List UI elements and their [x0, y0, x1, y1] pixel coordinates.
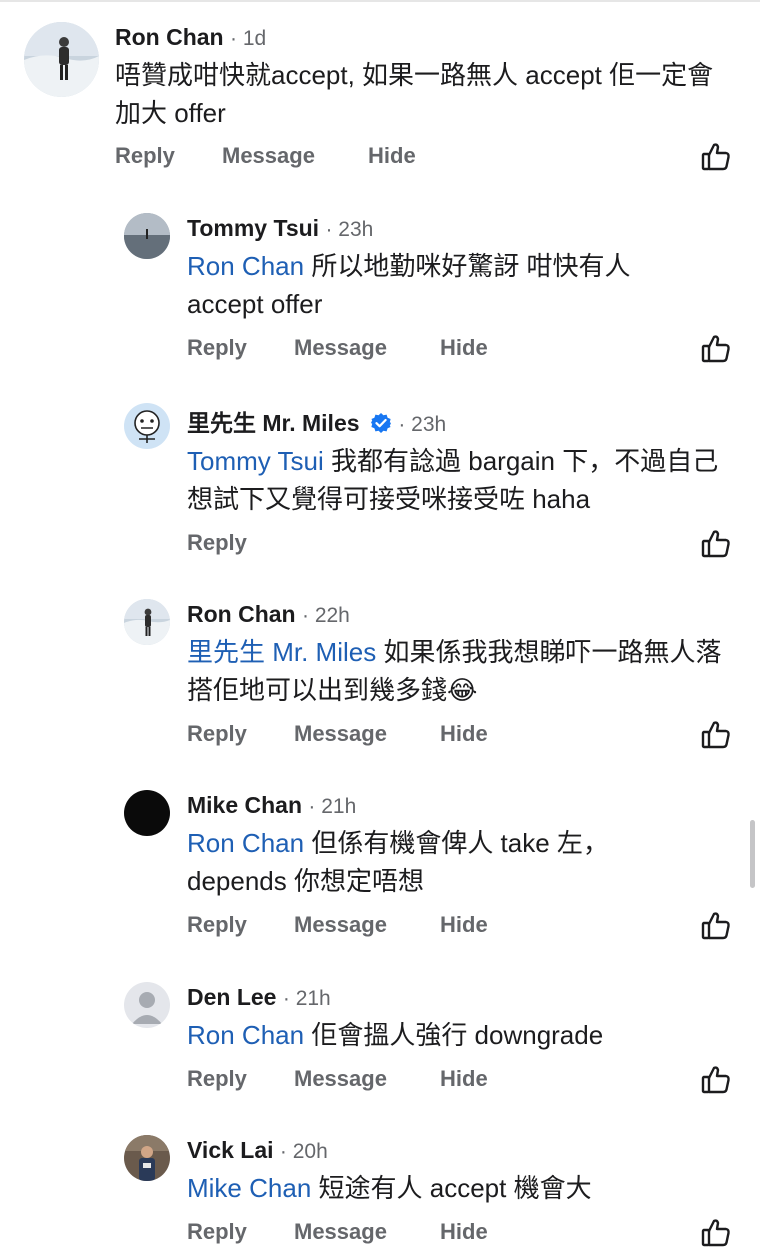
comment-body: 佢會搵人強行 downgrade: [311, 1020, 604, 1050]
comment-time-value: 21h: [295, 987, 331, 1010]
message-button[interactable]: Message: [294, 1066, 387, 1092]
mention-link[interactable]: Tommy Tsui: [187, 446, 324, 476]
comment-time: · 1d: [230, 27, 267, 50]
comment-time-value: 22h: [314, 604, 350, 627]
comment-body: 短途有人 accept 機會大: [318, 1173, 592, 1203]
avatar[interactable]: [124, 982, 170, 1028]
commenter-name[interactable]: Ron Chan: [115, 24, 224, 50]
commenter-name[interactable]: Mike Chan: [187, 792, 302, 818]
mention-link[interactable]: Mike Chan: [187, 1173, 311, 1203]
avatar[interactable]: [124, 403, 170, 449]
hide-button[interactable]: Hide: [440, 1066, 488, 1092]
avatar[interactable]: [124, 213, 170, 259]
commenter-name[interactable]: Ron Chan: [187, 601, 296, 627]
message-button[interactable]: Message: [294, 721, 387, 747]
comment-text: 里先生 Mr. Miles 如果係我我想睇吓一路無人落搭佢地可以出到幾多錢😂: [187, 633, 727, 709]
reply-button[interactable]: Reply: [187, 721, 247, 747]
comment-text: Ron Chan 佢會搵人強行 downgrade: [187, 1016, 727, 1054]
comment-time: · 23h: [398, 413, 447, 436]
comment-time: · 21h: [282, 987, 331, 1010]
comment-text: Ron Chan 但係有機會俾人 take 左，depends 你想定唔想: [187, 824, 647, 900]
reply-button[interactable]: Reply: [187, 530, 247, 556]
comment-time-value: 21h: [321, 795, 357, 818]
like-icon[interactable]: [700, 910, 732, 942]
scrollbar-thumb[interactable]: [750, 820, 755, 888]
comment-time: · 21h: [308, 795, 357, 818]
comment-text: Tommy Tsui 我都有諗過 bargain 下，不過自己想試下又覺得可接受…: [187, 442, 742, 518]
comment-time-value: 23h: [338, 218, 374, 241]
commenter-name[interactable]: Vick Lai: [187, 1137, 274, 1163]
reply-button[interactable]: Reply: [187, 1219, 247, 1245]
avatar[interactable]: [124, 1135, 170, 1181]
mention-link[interactable]: Ron Chan: [187, 1020, 304, 1050]
message-button[interactable]: Message: [222, 143, 315, 169]
comment-time-value: 23h: [411, 413, 447, 436]
avatar[interactable]: [124, 790, 170, 836]
hide-button[interactable]: Hide: [440, 1219, 488, 1245]
mention-link[interactable]: Ron Chan: [187, 828, 304, 858]
like-icon[interactable]: [700, 141, 732, 173]
reply-button[interactable]: Reply: [187, 912, 247, 938]
comment-time: · 23h: [325, 218, 374, 241]
hide-button[interactable]: Hide: [440, 721, 488, 747]
message-button[interactable]: Message: [294, 335, 387, 361]
like-icon[interactable]: [700, 1064, 732, 1096]
like-icon[interactable]: [700, 528, 732, 560]
comment-time: · 22h: [302, 604, 350, 627]
hide-button[interactable]: Hide: [440, 912, 488, 938]
verified-badge-icon: [370, 413, 391, 433]
message-button[interactable]: Message: [294, 1219, 387, 1245]
reply-button[interactable]: Reply: [187, 1066, 247, 1092]
comment-text: 唔贊成咁快就accept, 如果一路無人 accept 佢一定會加大 offer: [115, 56, 735, 132]
like-icon[interactable]: [700, 333, 732, 365]
reply-button[interactable]: Reply: [115, 143, 175, 169]
comment-time: · 20h: [279, 1140, 328, 1163]
like-icon[interactable]: [700, 719, 732, 751]
top-divider: [0, 0, 760, 2]
comment-body: 唔贊成咁快就accept, 如果一路無人 accept 佢一定會加大 offer: [115, 60, 714, 128]
commenter-name[interactable]: 里先生 Mr. Miles: [187, 410, 360, 436]
commenter-name[interactable]: Den Lee: [187, 984, 276, 1010]
message-button[interactable]: Message: [294, 912, 387, 938]
comment-time-value: 1d: [242, 27, 267, 50]
comment-text: Ron Chan 所以地勤咪好驚訝 咁快有人 accept offer: [187, 247, 687, 323]
like-icon[interactable]: [700, 1217, 732, 1249]
commenter-name[interactable]: Tommy Tsui: [187, 215, 319, 241]
comment-text: Mike Chan 短途有人 accept 機會大: [187, 1169, 727, 1207]
mention-link[interactable]: Ron Chan: [187, 251, 304, 281]
mention-link[interactable]: 里先生 Mr. Miles: [187, 637, 376, 667]
avatar[interactable]: [24, 22, 99, 97]
comment-time-value: 20h: [292, 1140, 328, 1163]
avatar[interactable]: [124, 599, 170, 645]
hide-button[interactable]: Hide: [440, 335, 488, 361]
reply-button[interactable]: Reply: [187, 335, 247, 361]
laughing-emoji-icon: 😂: [447, 675, 478, 705]
hide-button[interactable]: Hide: [368, 143, 416, 169]
